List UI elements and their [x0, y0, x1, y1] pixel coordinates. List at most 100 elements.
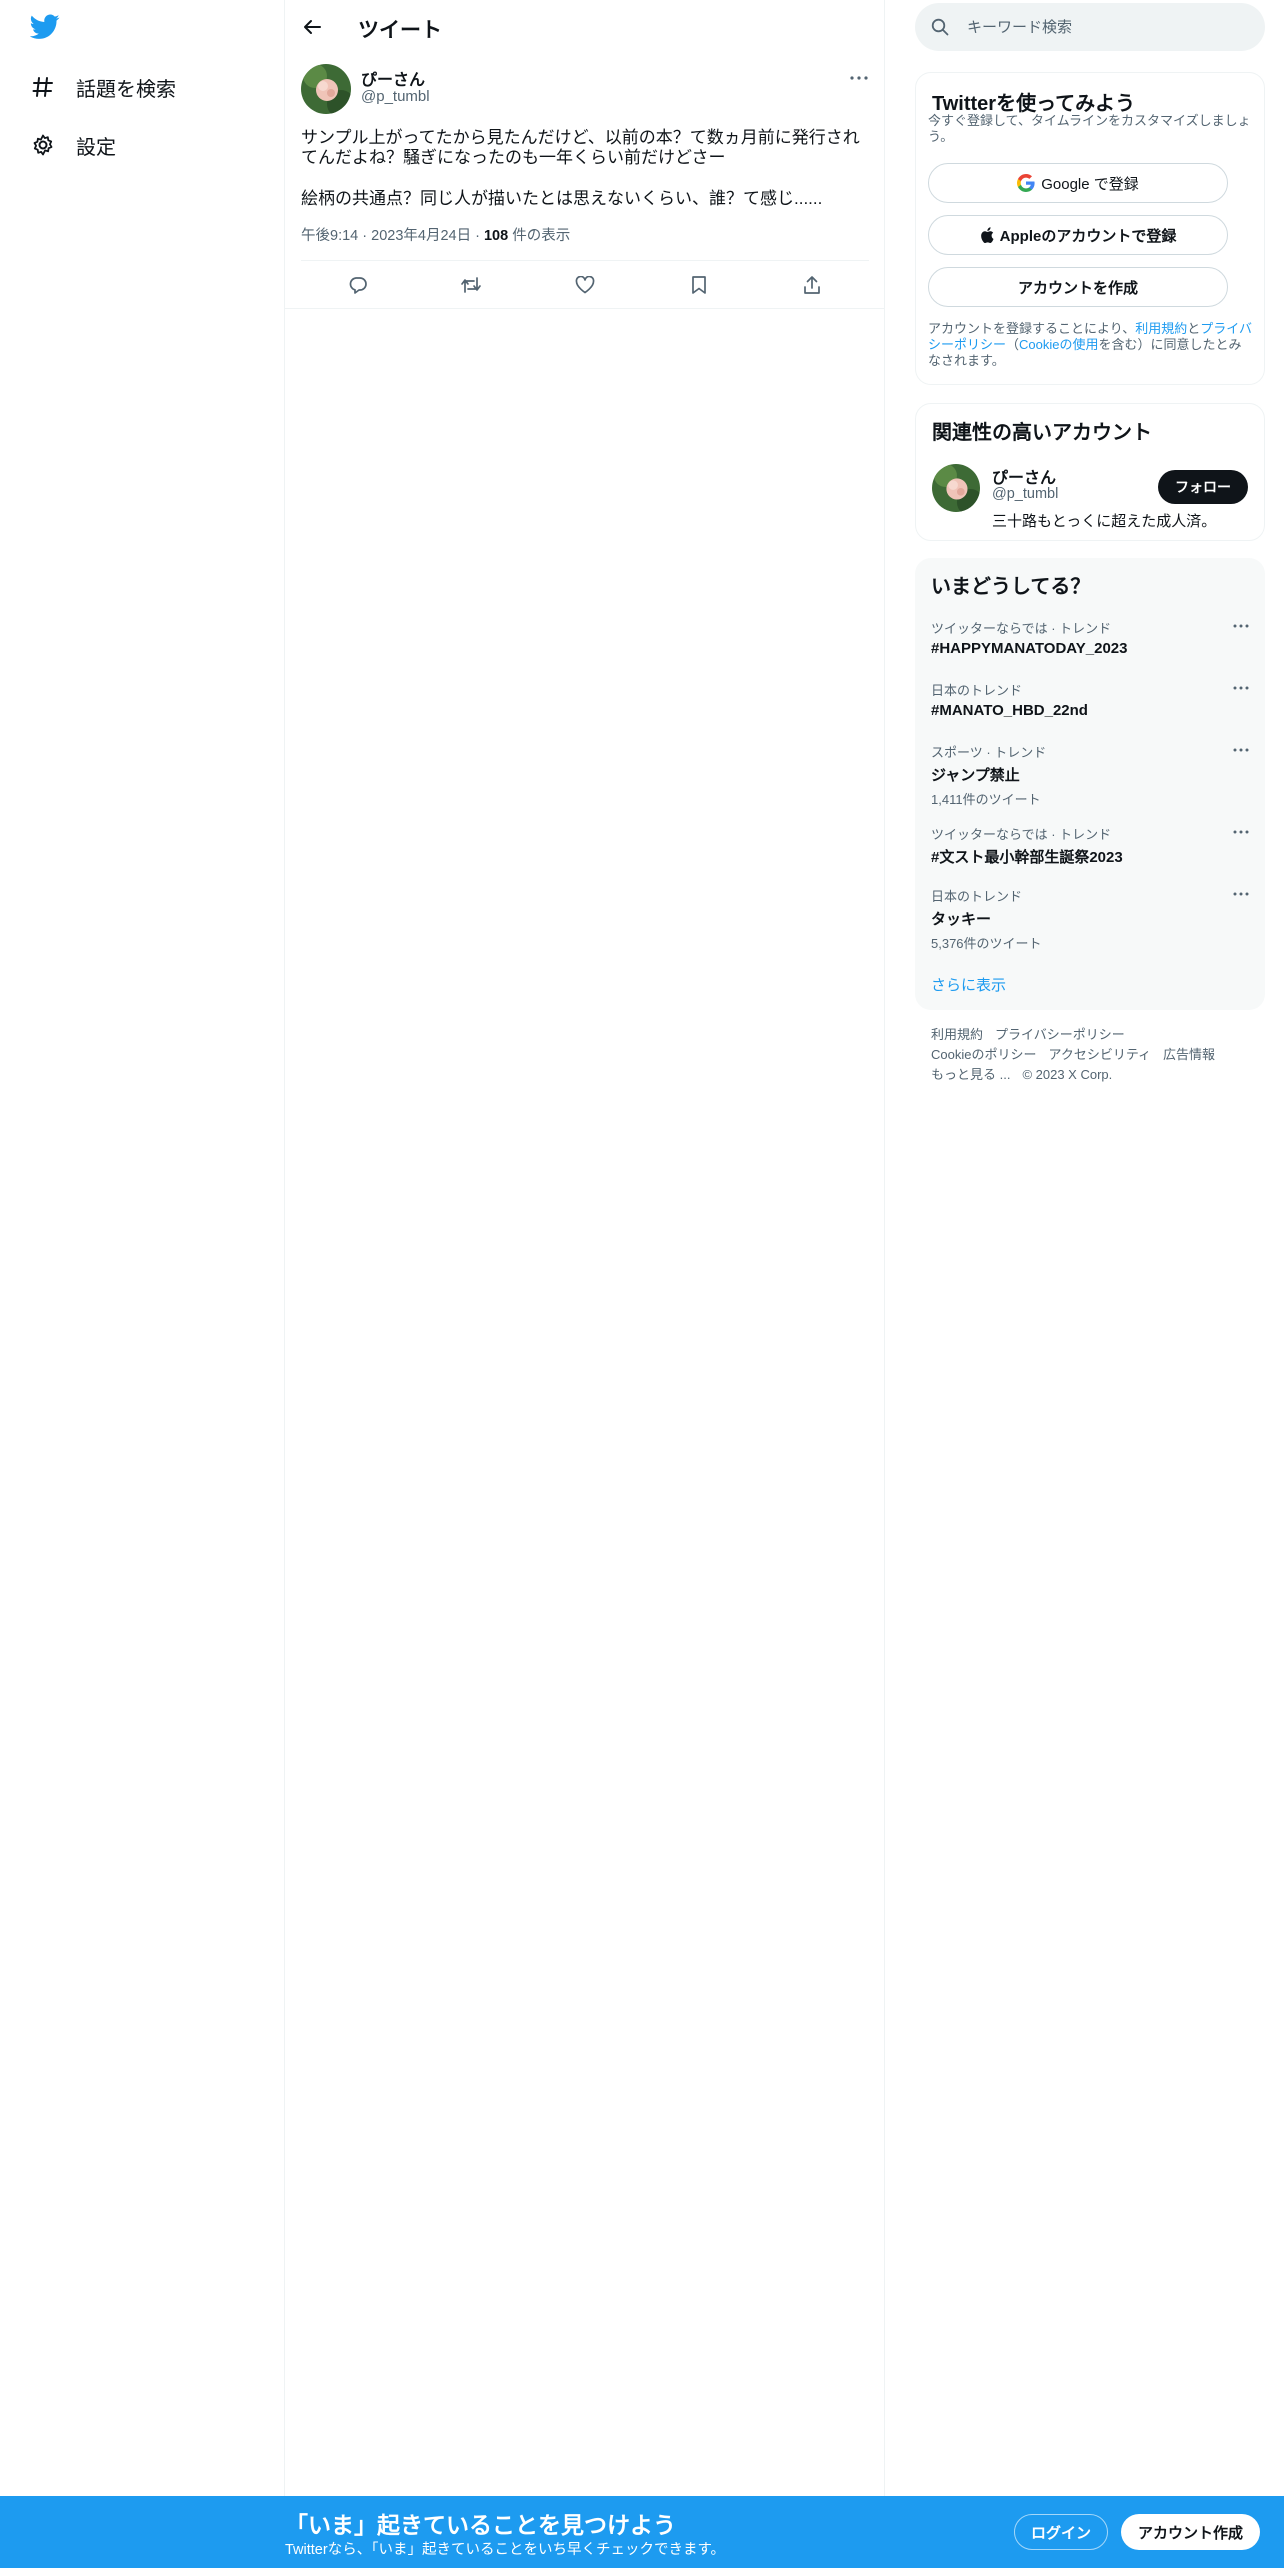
- tweet-date[interactable]: 2023年4月24日: [371, 228, 471, 244]
- ellipsis-icon[interactable]: [1231, 680, 1251, 696]
- search-bar[interactable]: [915, 3, 1265, 51]
- signup-button[interactable]: アカウント作成: [1121, 2514, 1261, 2550]
- signup-card: Twitterを使ってみよう 今すぐ登録して、タイムラインをカスタマイズしましょ…: [915, 72, 1265, 385]
- trend-name: ジャンプ禁止: [931, 767, 1020, 784]
- footer-accessibility-link[interactable]: アクセシビリティ: [1048, 1047, 1151, 1062]
- nav-item-label: 設定: [76, 136, 116, 159]
- ellipsis-icon: [850, 76, 868, 80]
- cookie-link[interactable]: Cookieの使用: [1019, 337, 1098, 352]
- view-label: 件の表示: [512, 228, 571, 244]
- bookmark-icon: [691, 276, 706, 294]
- share-button[interactable]: [794, 267, 830, 303]
- main-header: ツイート: [285, 0, 885, 54]
- related-accounts-card: 関連性の高いアカウント ぴーさん @p_tumbl 三十路もとっくに超えた成人済…: [915, 403, 1265, 541]
- trend-item[interactable]: ツイッターならでは · トレンド #文スト最小幹部生誕祭2023: [931, 824, 1251, 867]
- google-signup-label: Google で登録: [1041, 175, 1139, 193]
- trend-count: 1,411件のツイート: [931, 792, 1041, 807]
- trend-context: 日本のトレンド: [931, 889, 1023, 904]
- tweet-time[interactable]: 午後9:14: [301, 228, 358, 244]
- tweet-actions: [301, 261, 869, 309]
- trend-context: 日本のトレンド: [931, 683, 1023, 698]
- related-title: 関連性の高いアカウント: [932, 422, 1152, 444]
- create-account-label: アカウントを作成: [1017, 279, 1138, 297]
- ellipsis-icon[interactable]: [1231, 886, 1251, 902]
- tweet-text: サンプル上がってたから見たんだけど、以前の本？て数ヵ月前に発行されてんだよね？騒…: [301, 128, 861, 230]
- trend-context: スポーツ · トレンド: [931, 745, 1047, 760]
- gear-icon: [30, 132, 56, 158]
- related-account-name[interactable]: ぴーさん: [992, 464, 1056, 488]
- trend-name: #MANATO_HBD_22nd: [931, 702, 1088, 719]
- arrow-left-icon: [304, 20, 321, 34]
- tweet-author-handle[interactable]: @p_tumbl: [361, 88, 430, 105]
- twitter-bird-icon[interactable]: [29, 14, 62, 46]
- signup-legal-text: アカウントを登録することにより、利用規約とプライバシーポリシー（Cookieの使…: [928, 321, 1254, 369]
- copyright-text: © 2023 X Corp.: [1022, 1067, 1113, 1082]
- tweet-author-name[interactable]: ぴーさん: [361, 66, 425, 90]
- reply-button[interactable]: [340, 267, 376, 303]
- show-more-link[interactable]: さらに表示: [931, 974, 1006, 995]
- related-account-bio: 三十路もとっくに超えた成人済。: [992, 513, 1217, 530]
- legal-text: （: [1006, 337, 1020, 352]
- google-signup-button[interactable]: Google で登録: [928, 163, 1228, 203]
- tweet-paragraph: サンプル上がってたから見たんだけど、以前の本？て数ヵ月前に発行されてんだよね？騒…: [301, 128, 860, 167]
- trends-title: いまどうしてる？: [931, 576, 1091, 598]
- terms-link[interactable]: 利用規約: [1135, 321, 1187, 336]
- footer-links: 利用規約 プライバシーポリシー Cookieのポリシー アクセシビリティ 広告情報 も…: [931, 1025, 1261, 1085]
- reply-icon: [349, 277, 367, 294]
- trend-item[interactable]: 日本のトレンド #MANATO_HBD_22nd: [931, 680, 1251, 719]
- back-button[interactable]: [297, 12, 327, 42]
- nav-item-label: 話題を検索: [76, 78, 176, 101]
- apple-signup-button[interactable]: Appleのアカウントで登録: [928, 215, 1228, 255]
- related-account-handle[interactable]: @p_tumbl: [992, 486, 1058, 502]
- signup-subtitle: 今すぐ登録して、タイムラインをカスタマイズしましょう。: [928, 113, 1251, 144]
- bottom-bar-subtitle: Twitterなら、「いま」起きていることをいち早くチェックできます。: [285, 2542, 725, 2558]
- legal-text: と: [1187, 321, 1201, 336]
- bookmark-button[interactable]: [681, 267, 717, 303]
- hashtag-icon: [30, 74, 56, 100]
- footer-cookie-link[interactable]: Cookieのポリシー: [931, 1047, 1036, 1062]
- footer-more-link[interactable]: もっと見る ...: [931, 1067, 1010, 1082]
- footer-ads-link[interactable]: 広告情報: [1163, 1047, 1215, 1062]
- avatar[interactable]: [932, 464, 980, 512]
- ellipsis-icon[interactable]: [1231, 742, 1251, 758]
- more-options-button[interactable]: [847, 70, 871, 86]
- signup-title: Twitterを使ってみよう: [932, 93, 1136, 115]
- login-button[interactable]: ログイン: [1014, 2514, 1109, 2550]
- bottom-bar-title: 「いま」起きていることを見つけよう: [285, 2512, 676, 2538]
- like-button[interactable]: [567, 267, 603, 303]
- nav-item-explore[interactable]: 話題を検索: [30, 67, 176, 107]
- avatar[interactable]: [301, 64, 351, 114]
- page-title: ツイート: [358, 19, 442, 42]
- retweet-button[interactable]: [453, 267, 489, 303]
- search-input[interactable]: [967, 18, 1247, 36]
- footer-tos-link[interactable]: 利用規約: [931, 1027, 983, 1042]
- trend-name: #文スト最小幹部生誕祭2023: [931, 849, 1123, 866]
- trend-count: 5,376件のツイート: [931, 936, 1042, 951]
- nav-item-settings[interactable]: 設定: [30, 125, 116, 165]
- divider: [285, 308, 885, 309]
- google-logo-icon: [1017, 174, 1035, 192]
- create-account-button[interactable]: アカウントを作成: [928, 267, 1228, 307]
- trend-name: #HAPPYMANATODAY_2023: [931, 640, 1128, 657]
- tweet-metadata: 午後9:14 · 2023年4月24日 · 108 件の表示: [301, 228, 571, 244]
- retweet-icon: [461, 277, 482, 293]
- view-count: 108: [483, 228, 509, 244]
- legal-text: アカウントを登録することにより、: [928, 321, 1136, 336]
- follow-button[interactable]: フォロー: [1158, 470, 1248, 504]
- ellipsis-icon[interactable]: [1231, 824, 1251, 840]
- tweet-paragraph: 絵柄の共通点？同じ人が描いたとは思えないくらい、誰？て感じ......: [301, 189, 823, 208]
- trend-item[interactable]: ツイッターならでは · トレンド #HAPPYMANATODAY_2023: [931, 618, 1251, 657]
- trend-item[interactable]: スポーツ · トレンド ジャンプ禁止 1,411件のツイート: [931, 742, 1251, 808]
- bottom-signup-bar: 「いま」起きていることを見つけよう Twitterなら、「いま」起きていることを…: [0, 2496, 1284, 2568]
- trends-card: いまどうしてる？ ツイッターならでは · トレンド #HAPPYMANATODA…: [915, 558, 1265, 1010]
- heart-icon: [575, 276, 595, 294]
- trend-name: タッキー: [931, 911, 992, 928]
- apple-logo-icon: [980, 227, 994, 243]
- share-icon: [804, 276, 821, 294]
- trend-context: ツイッターならでは · トレンド: [931, 827, 1112, 842]
- footer-privacy-link[interactable]: プライバシーポリシー: [995, 1027, 1125, 1042]
- ellipsis-icon[interactable]: [1231, 618, 1251, 634]
- trend-item[interactable]: 日本のトレンド タッキー 5,376件のツイート: [931, 886, 1251, 952]
- search-icon: [931, 17, 951, 37]
- apple-signup-label: Appleのアカウントで登録: [999, 227, 1177, 245]
